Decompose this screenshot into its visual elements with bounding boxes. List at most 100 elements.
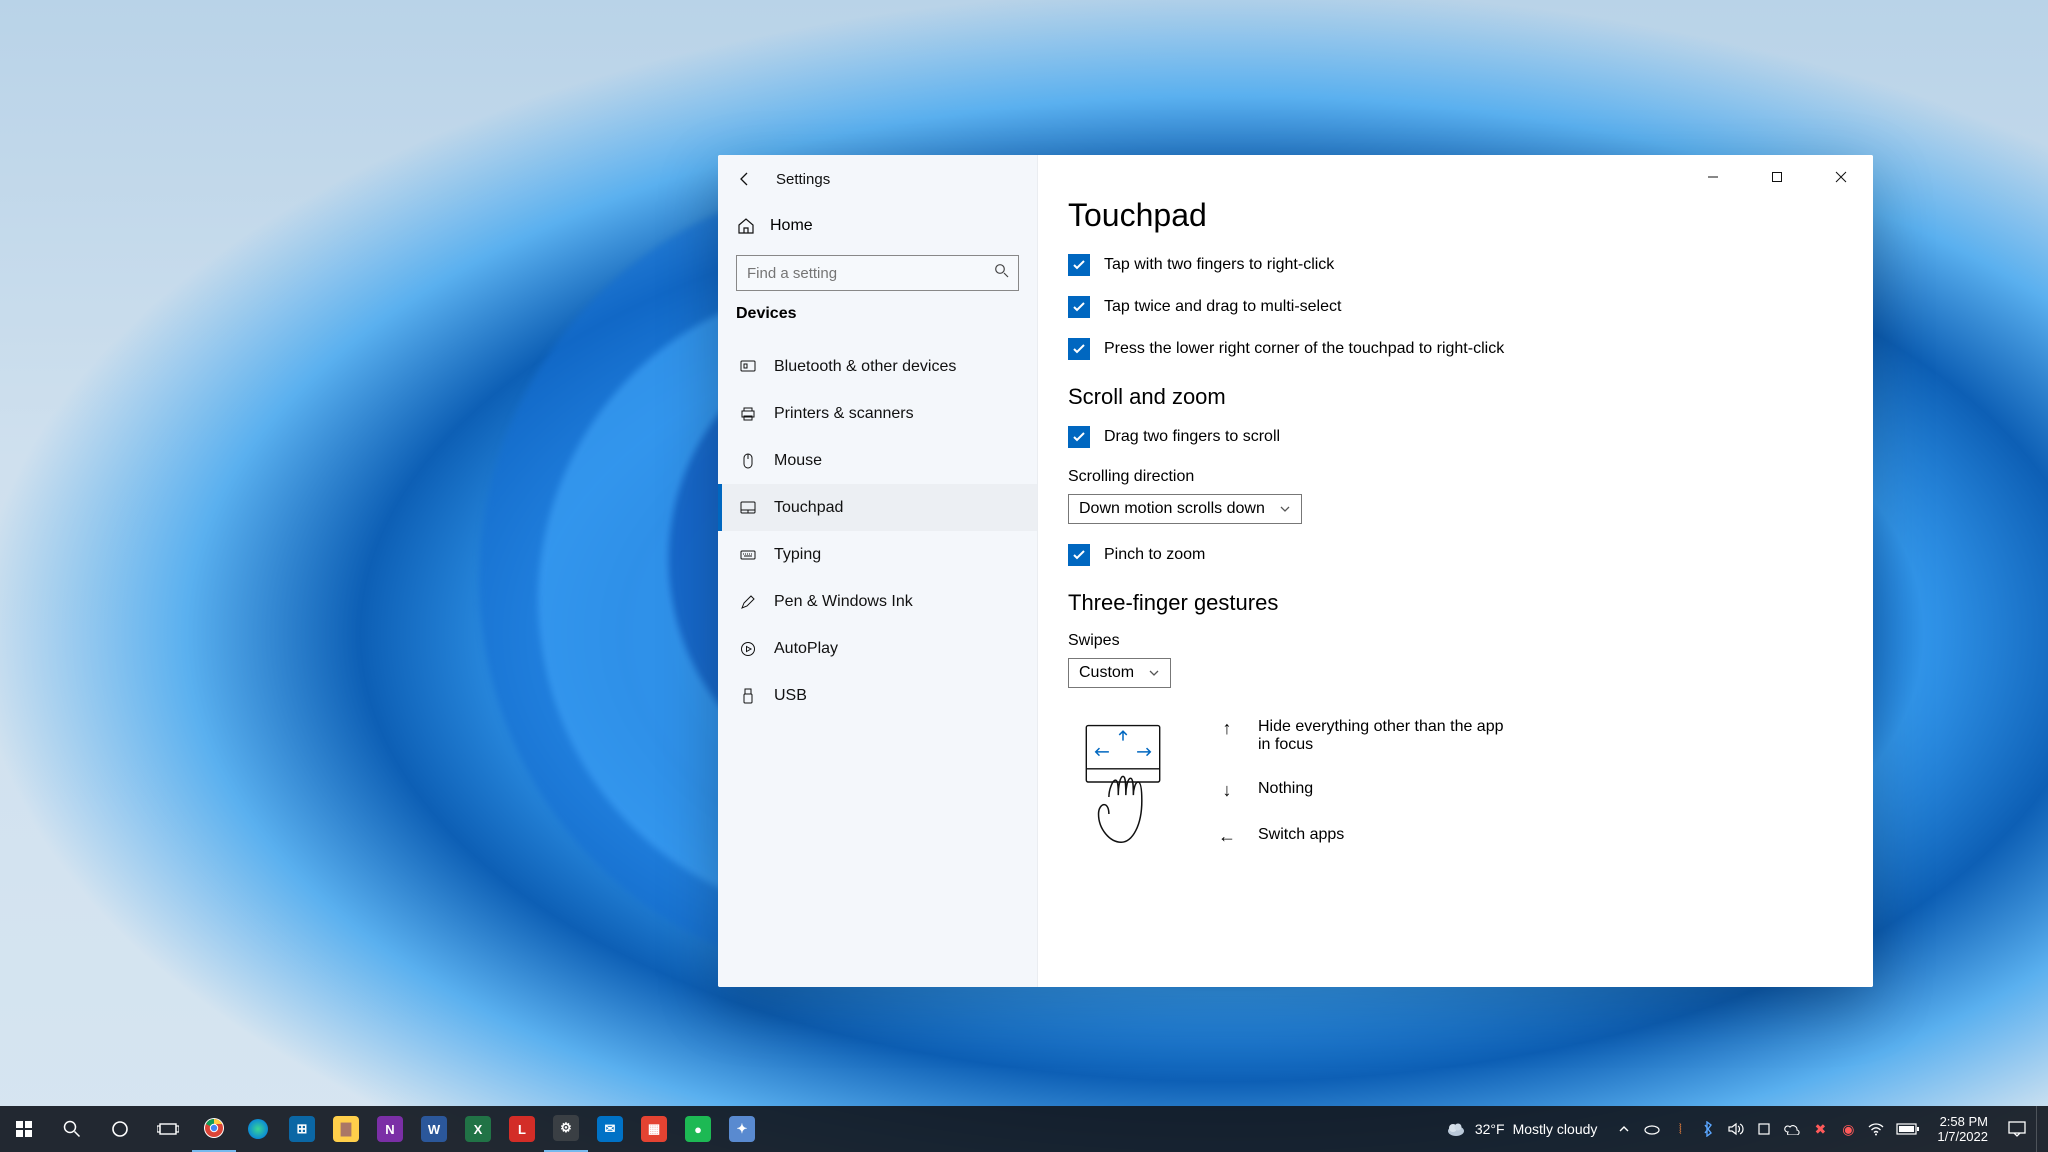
tray-status-red-icon[interactable]: ✖	[1807, 1106, 1833, 1152]
sidebar-item-bluetooth[interactable]: Bluetooth & other devices	[718, 343, 1037, 390]
cortana-button[interactable]	[96, 1106, 144, 1152]
settings-window: Settings Home Devices Bluetooth & other …	[718, 155, 1873, 987]
sidebar-item-autoplay[interactable]: AutoPlay	[718, 625, 1037, 672]
teams-icon: ✦	[729, 1116, 755, 1142]
content-pane: Touchpad Tap with two fingers to right-c…	[1038, 155, 1873, 987]
taskbar-app-teams[interactable]: ✦	[720, 1106, 764, 1152]
weather-temp: 32°F	[1475, 1121, 1505, 1137]
taskbar-app-chrome[interactable]	[192, 1106, 236, 1152]
dropdown-value: Custom	[1079, 664, 1134, 682]
show-desktop-button[interactable]	[2036, 1106, 2046, 1152]
sidebar-item-usb[interactable]: USB	[718, 672, 1037, 719]
sidebar-home[interactable]: Home	[718, 203, 1037, 249]
weather-text: Mostly cloudy	[1513, 1121, 1598, 1137]
sidebar-item-label: Pen & Windows Ink	[774, 593, 913, 611]
scrolling-direction-dropdown[interactable]: Down motion scrolls down	[1068, 494, 1302, 524]
taskbar-app-excel[interactable]: X	[456, 1106, 500, 1152]
tray-app-icon[interactable]	[1751, 1106, 1777, 1152]
checkbox-drag-two-scroll[interactable]: Drag two fingers to scroll	[1068, 426, 1839, 448]
task-view-button[interactable]	[144, 1106, 192, 1152]
sidebar-item-label: Typing	[774, 546, 821, 564]
section-three-finger: Three-finger gestures	[1068, 590, 1839, 616]
usb-icon	[738, 686, 758, 706]
tray-cloud-icon[interactable]	[1779, 1106, 1805, 1152]
start-button[interactable]	[0, 1106, 48, 1152]
tray-battery-icon[interactable]	[1891, 1106, 1925, 1152]
tray-wifi-icon[interactable]	[1863, 1106, 1889, 1152]
settings-icon: ⚙	[553, 1115, 579, 1141]
taskbar-app-store[interactable]: ⊞	[280, 1106, 324, 1152]
tray-onedrive-icon[interactable]	[1639, 1106, 1665, 1152]
sidebar-item-label: Printers & scanners	[774, 405, 914, 423]
taskbar-app-mail[interactable]: ✉	[588, 1106, 632, 1152]
sidebar-item-printers[interactable]: Printers & scanners	[718, 390, 1037, 437]
action-center-button[interactable]	[2000, 1106, 2034, 1152]
sidebar-item-mouse[interactable]: Mouse	[718, 437, 1037, 484]
back-button[interactable]	[732, 166, 758, 192]
onenote-icon: N	[377, 1116, 403, 1142]
taskbar-app-spotify[interactable]: ●	[676, 1106, 720, 1152]
section-scroll-zoom: Scroll and zoom	[1068, 384, 1839, 410]
taskbar-app-onenote[interactable]: N	[368, 1106, 412, 1152]
todoist-icon: ▦	[641, 1116, 667, 1142]
clock-time: 2:58 PM	[1940, 1114, 1988, 1129]
checkbox-press-corner[interactable]: Press the lower right corner of the touc…	[1068, 338, 1839, 360]
sidebar-nav: Bluetooth & other devices Printers & sca…	[718, 343, 1037, 719]
arrow-up-icon: ↑	[1218, 718, 1236, 738]
tray-security-icon[interactable]: ◉	[1835, 1106, 1861, 1152]
touchpad-icon	[738, 498, 758, 518]
home-icon	[736, 216, 756, 236]
taskbar-app-todoist[interactable]: ▦	[632, 1106, 676, 1152]
tray-bluetooth-icon[interactable]	[1695, 1106, 1721, 1152]
arrow-down-icon: ↓	[1218, 780, 1236, 800]
gesture-up: ↑ Hide everything other than the app in …	[1218, 718, 1518, 754]
sidebar-item-label: Bluetooth & other devices	[774, 358, 956, 376]
taskbar-app-lastpass[interactable]: L	[500, 1106, 544, 1152]
bluetooth-icon	[738, 357, 758, 377]
tray-wave-icon[interactable]: ⦚	[1667, 1106, 1693, 1152]
taskbar-app-explorer[interactable]: ▇	[324, 1106, 368, 1152]
mouse-icon	[738, 451, 758, 471]
store-icon: ⊞	[289, 1116, 315, 1142]
search-input[interactable]	[736, 255, 1019, 291]
taskbar-app-settings[interactable]: ⚙	[544, 1106, 588, 1152]
gesture-up-label: Hide everything other than the app in fo…	[1258, 718, 1518, 754]
sidebar-item-label: Mouse	[774, 452, 822, 470]
tray-volume-icon[interactable]	[1723, 1106, 1749, 1152]
swipes-dropdown[interactable]: Custom	[1068, 658, 1171, 688]
taskbar-right: 32°F Mostly cloudy ⦚ ✖ ◉ 2:58 PM 1/7/202…	[1433, 1106, 2048, 1152]
close-button[interactable]	[1809, 155, 1873, 199]
checkbox-label: Press the lower right corner of the touc…	[1104, 340, 1504, 358]
taskbar-app-word[interactable]: W	[412, 1106, 456, 1152]
arrow-left-icon: ←	[1218, 826, 1236, 846]
checkbox-tap-two-right-click[interactable]: Tap with two fingers to right-click	[1068, 254, 1839, 276]
excel-icon: X	[465, 1116, 491, 1142]
minimize-button[interactable]	[1681, 155, 1745, 199]
titlebar: Settings	[718, 155, 1037, 203]
clock[interactable]: 2:58 PM 1/7/2022	[1927, 1106, 1998, 1152]
sidebar-item-pen[interactable]: Pen & Windows Ink	[718, 578, 1037, 625]
checkbox-tap-twice-drag[interactable]: Tap twice and drag to multi-select	[1068, 296, 1839, 318]
checkbox-label: Pinch to zoom	[1104, 546, 1205, 564]
lastpass-icon: L	[509, 1116, 535, 1142]
checkmark-icon	[1068, 296, 1090, 318]
tray-chevron-up-icon[interactable]	[1611, 1106, 1637, 1152]
autoplay-icon	[738, 639, 758, 659]
sidebar-item-typing[interactable]: Typing	[718, 531, 1037, 578]
gesture-left-label: Switch apps	[1258, 826, 1344, 844]
sidebar-item-touchpad[interactable]: Touchpad	[718, 484, 1037, 531]
weather-widget[interactable]: 32°F Mostly cloudy	[1433, 1106, 1610, 1152]
taskbar-app-edge[interactable]	[236, 1106, 280, 1152]
checkmark-icon	[1068, 338, 1090, 360]
sidebar-item-label: USB	[774, 687, 807, 705]
gesture-left: ← Switch apps	[1218, 826, 1518, 846]
checkbox-pinch-zoom[interactable]: Pinch to zoom	[1068, 544, 1839, 566]
gesture-diagram-area: ↑ Hide everything other than the app in …	[1068, 718, 1839, 878]
gesture-down: ↓ Nothing	[1218, 780, 1518, 800]
settings-sidebar: Settings Home Devices Bluetooth & other …	[718, 155, 1038, 987]
maximize-button[interactable]	[1745, 155, 1809, 199]
checkbox-label: Drag two fingers to scroll	[1104, 428, 1280, 446]
search-button[interactable]	[48, 1106, 96, 1152]
window-controls	[1681, 155, 1873, 199]
window-title: Settings	[776, 171, 830, 188]
